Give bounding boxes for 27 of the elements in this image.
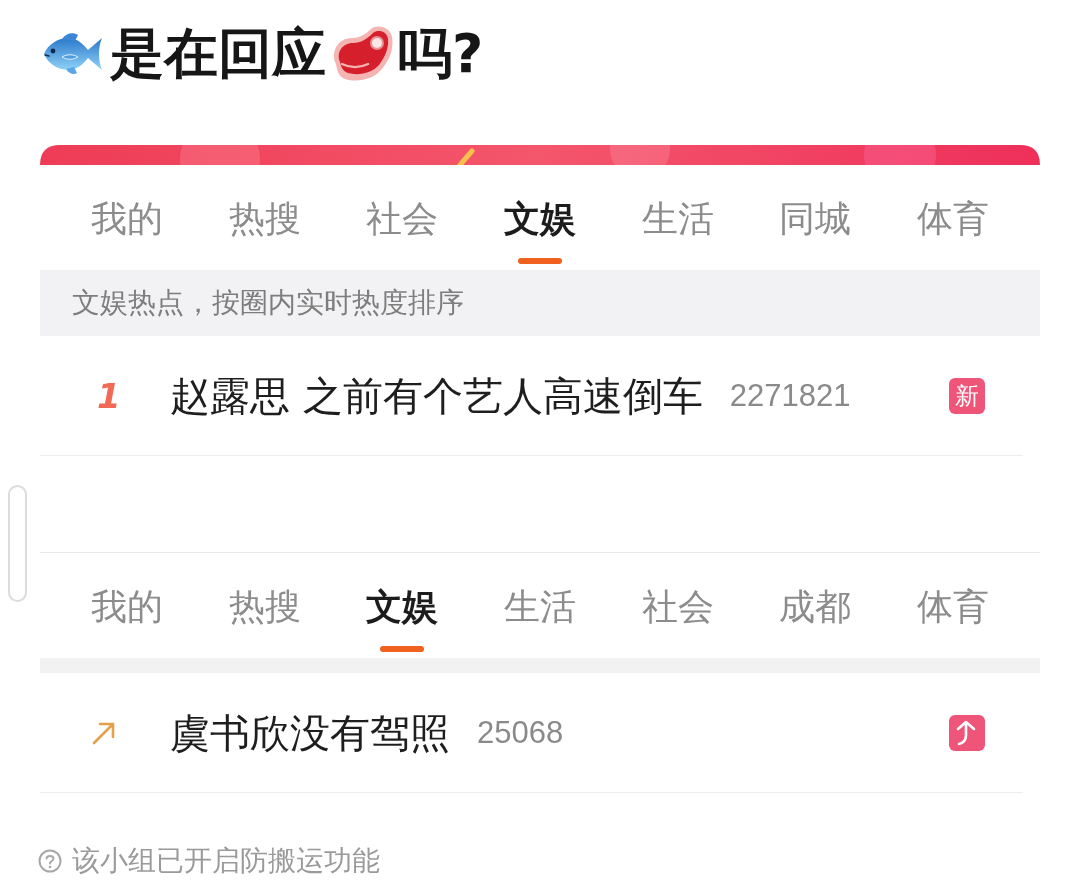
new-badge: 新 (949, 377, 985, 414)
notice-text: 文娱热点，按圈内实时热度排序 (72, 285, 464, 321)
tab[interactable]: 热搜 (226, 165, 303, 270)
tab[interactable]: 同城 (777, 165, 854, 270)
tab[interactable]: 社会 (364, 165, 441, 270)
tab[interactable]: 我的 (88, 553, 165, 658)
tab[interactable]: 社会 (639, 553, 716, 658)
heat-count: 2271821 (729, 377, 851, 414)
tab[interactable]: 文娱 (364, 553, 441, 658)
tab[interactable]: 成都 (777, 553, 854, 658)
title-text: 吗? (398, 23, 484, 84)
tab[interactable]: 热搜 (226, 553, 303, 658)
rank-number: 1 (97, 378, 121, 413)
topic-title[interactable]: 虞书欣没有驾照 (170, 708, 450, 757)
title-text: 是在回应 (110, 23, 326, 84)
tab[interactable]: 生活 (639, 165, 716, 270)
heat-count: 25068 (477, 714, 564, 751)
tab[interactable]: 文娱 (502, 165, 578, 270)
arrow-icon (92, 720, 116, 745)
tab[interactable]: 生活 (502, 553, 578, 658)
footer-note: 该小组已开启防搬运功能 (72, 845, 380, 877)
tab[interactable]: 我的 (88, 165, 165, 270)
tab[interactable]: 体育 (915, 165, 992, 270)
fish-icon (42, 31, 104, 76)
topic-title[interactable]: 赵露思 之前有个艺人高速倒车 (170, 371, 703, 420)
tab[interactable]: 体育 (915, 553, 992, 658)
help-icon (38, 849, 62, 873)
